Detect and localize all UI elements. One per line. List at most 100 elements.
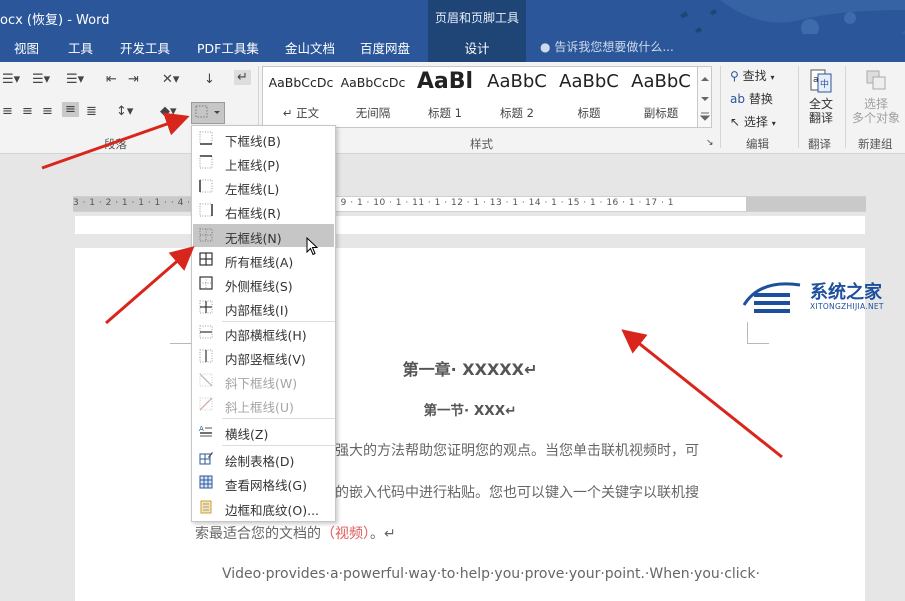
svg-text:a: a [813,75,819,85]
chevron-down-icon: ▾ [770,73,775,82]
show-marks-icon[interactable]: ↵ [234,70,251,85]
view-gridlines-icon [199,475,213,489]
group-separator [798,66,799,148]
mouse-cursor-icon [306,237,319,256]
style-no-spacing[interactable]: AaBbCcDc 无间隔 [337,67,409,127]
body-text-line[interactable]: 索最适合您的文档的（视频）。↵ [195,523,396,543]
ribbon: ☰▾ ☰▾ ☰▾ ⇤ ⇥ ✕▾ ↓ ↵ ≡ ≡ ≡ ≡ ≣ ↕▾ ◆▾ 段落 A… [0,62,905,154]
menu-item-left-border[interactable]: 左框线(L) [193,175,334,198]
replace-icon: ab [730,92,745,106]
menu-item-right-border[interactable]: 右框线(R) [193,199,334,222]
tell-me-text: 告诉我您想要做什么... [554,40,674,54]
tell-me-box[interactable]: ● 告诉我您想要做什么... [540,38,674,55]
inside-borders-icon [199,300,213,314]
translate-group-label: 翻译 [808,137,831,151]
svg-text:A: A [199,425,204,433]
tab-tools[interactable]: 工具 [68,38,93,57]
diagonal-up-border-icon [199,397,213,411]
inside-vertical-border-icon [199,349,213,363]
menu-item-inside-horizontal-border[interactable]: 内部横框线(H) [193,321,334,344]
tab-pdf-tools[interactable]: PDF工具集 [197,38,259,57]
svg-text:中: 中 [820,78,829,90]
style-subtitle[interactable]: AaBbC 副标题 [625,67,697,127]
sort-icon[interactable]: ↓ [204,72,215,87]
shading-icon[interactable]: ◆▾ [160,104,177,119]
tab-view[interactable]: 视图 [14,38,39,57]
new-group-label: 新建组 [858,137,893,151]
no-border-icon [199,228,213,242]
style-normal[interactable]: AaBbCcDc ↵ 正文 [265,67,337,127]
select-multiple-objects-button[interactable]: 选择 多个对象 [848,66,904,132]
style-heading-2[interactable]: AaBbC 标题 2 [481,67,553,127]
outside-borders-icon [199,276,213,290]
chevron-down-icon: ▾ [771,119,776,128]
styles-group-label: 样式 [470,137,493,151]
right-border-icon [199,203,213,217]
site-watermark: 系统之家 XITONGZHIJIA.NET [740,275,900,325]
tab-developer[interactable]: 开发工具 [120,38,170,57]
styles-gallery-scroll[interactable] [698,66,712,128]
chinese-layout-icon[interactable]: ✕▾ [162,72,179,87]
editing-group-label: 编辑 [746,137,769,151]
menu-item-bottom-border[interactable]: 下框线(B) [193,127,334,150]
menu-item-draw-table[interactable]: 绘制表格(D) [193,447,334,470]
tab-design[interactable]: 设计 [428,34,526,62]
menu-item-diagonal-up-border[interactable]: 斜上框线(U) [193,393,334,416]
menu-item-inside-vertical-border[interactable]: 内部竖框线(V) [193,345,334,368]
translate-icon: a 中 [810,69,832,93]
full-translate-button[interactable]: a 中 全文 翻译 [802,66,840,132]
menu-item-view-gridlines[interactable]: 查看网格线(G) [193,471,334,494]
top-border-icon [199,155,213,169]
tab-baidu-netdisk[interactable]: 百度网盘 [360,38,410,57]
context-group-label: 页眉和页脚工具 [434,11,519,25]
select-objects-icon [866,70,886,90]
style-heading-1[interactable]: AaBl 标题 1 [409,67,481,127]
tab-kingsoft-docs[interactable]: 金山文档 [285,38,335,57]
menu-item-top-border[interactable]: 上框线(P) [193,151,334,174]
increase-indent-icon[interactable]: ⇥ [128,72,139,87]
borders-shading-icon [200,500,212,514]
margin-corner-mark [747,322,769,344]
lightbulb-icon: ● [540,40,551,54]
english-body-text[interactable]: Video·provides·a·powerful·way·to·help·yo… [222,566,760,582]
select-button[interactable]: ↖ 选择 ▾ [730,113,776,130]
numbering-icon[interactable]: ☰▾ [32,72,50,87]
line-spacing-icon[interactable]: ↕▾ [116,104,133,119]
align-left-icon[interactable]: ≡ [2,104,13,119]
body-text-line[interactable]: 的嵌入代码中进行粘贴。您也可以键入一个关键字以联机搜 [335,482,699,502]
video-link-text: （视频） [321,526,370,542]
margin-corner-mark [170,322,192,344]
cursor-icon: ↖ [730,115,741,129]
bullets-icon[interactable]: ☰▾ [2,72,20,87]
find-button[interactable]: ⚲ 查找 ▾ [730,67,774,84]
style-title[interactable]: AaBbC 标题 [553,67,625,127]
diagonal-down-border-icon [199,373,213,387]
bottom-border-icon [199,131,213,145]
group-separator [845,66,846,148]
menu-item-inside-borders[interactable]: 内部框线(I) [193,296,334,319]
menu-item-outside-borders[interactable]: 外侧框线(S) [193,272,334,295]
draw-table-icon [199,452,213,465]
align-right-icon[interactable]: ≡ [42,104,53,119]
paragraph-group-label: 段落 [104,137,127,151]
all-borders-icon [199,252,213,266]
watermark-logo-icon [742,282,801,313]
inside-horizontal-border-icon [199,325,213,339]
horizontal-line-icon: A [199,425,212,437]
menu-item-horizontal-line[interactable]: A 横线(Z) [193,420,334,443]
distributed-icon[interactable]: ≣ [86,104,97,119]
multilevel-list-icon[interactable]: ☰▾ [66,72,84,87]
menu-item-diagonal-down-border[interactable]: 斜下框线(W) [193,369,334,392]
styles-launcher-icon[interactable]: ↘ [706,138,714,148]
menu-item-borders-and-shading[interactable]: 边框和底纹(O)... [193,496,334,519]
window-title: ocx (恢复) - Word [0,13,110,28]
search-icon: ⚲ [730,69,739,83]
borders-dropdown-button[interactable] [191,102,225,124]
align-center-icon[interactable]: ≡ [22,104,33,119]
decrease-indent-icon[interactable]: ⇤ [106,72,117,87]
replace-button[interactable]: ab 替换 [730,90,773,107]
justify-icon[interactable]: ≡ [62,102,79,117]
styles-gallery: AaBbCcDc ↵ 正文 AaBbCcDc 无间隔 AaBl 标题 1 AaB… [262,66,698,128]
left-border-icon [199,179,213,193]
body-text-line[interactable]: 强大的方法帮助您证明您的观点。当您单击联机视频时，可 [335,440,699,460]
